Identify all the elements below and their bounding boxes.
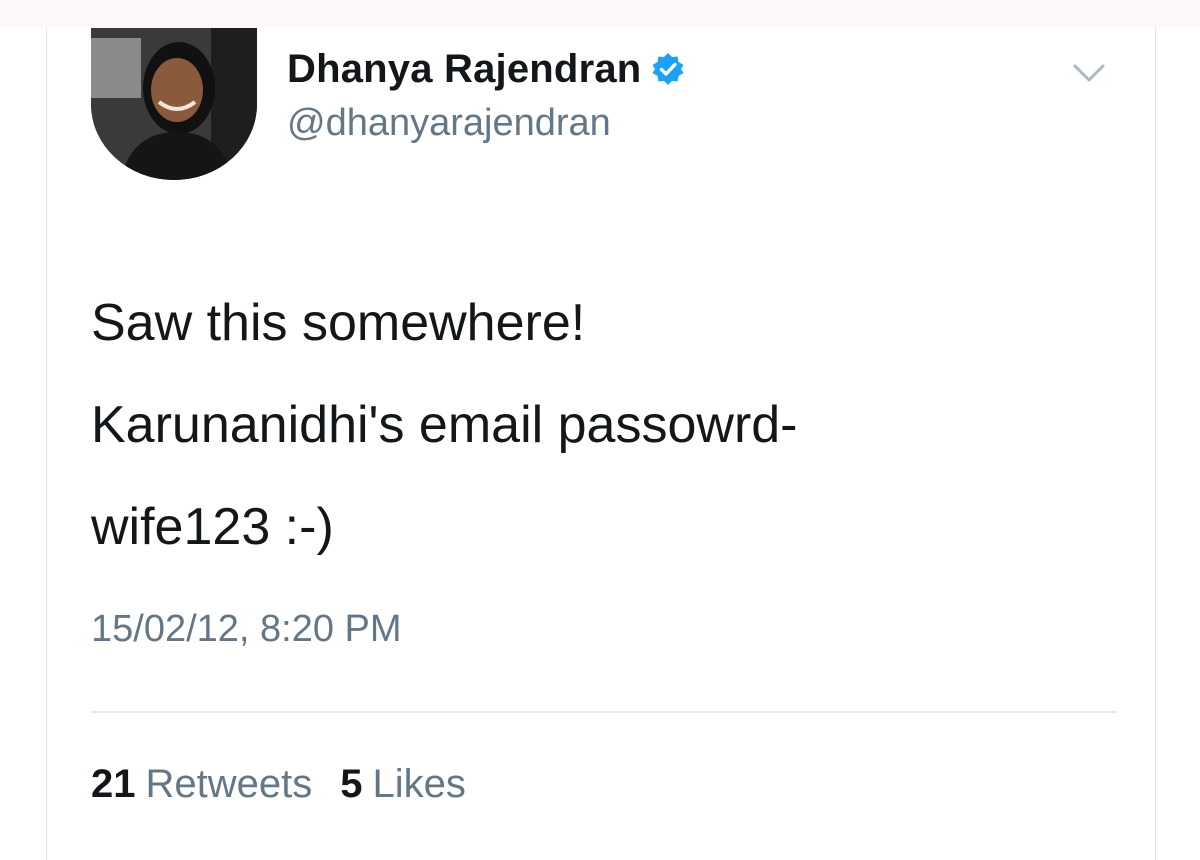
- tweet-stats: 21 Retweets 5 Likes: [91, 762, 466, 807]
- top-bar: [0, 0, 1200, 28]
- divider: [91, 711, 1117, 713]
- author-handle[interactable]: @dhanyarajendran: [287, 102, 611, 145]
- likes-count[interactable]: 5: [340, 762, 362, 807]
- author-row: Dhanya Rajendran: [287, 44, 685, 94]
- tweet-card: Dhanya Rajendran @dhanyarajendran Saw th…: [46, 28, 1156, 860]
- likes-label[interactable]: Likes: [373, 762, 466, 807]
- verified-badge-icon: [651, 52, 685, 86]
- retweets-count[interactable]: 21: [91, 762, 136, 807]
- tweet-text-line: Karunanidhi's email passowrd-: [91, 396, 798, 454]
- tweet-text-line: Saw this somewhere!: [91, 294, 586, 352]
- tweet-timestamp[interactable]: 15/02/12, 8:20 PM: [91, 608, 402, 651]
- chevron-down-icon[interactable]: [1067, 50, 1111, 94]
- author-name[interactable]: Dhanya Rajendran: [287, 47, 641, 92]
- retweets-label[interactable]: Retweets: [146, 762, 313, 807]
- avatar-photo: [91, 28, 257, 180]
- avatar[interactable]: [91, 28, 257, 180]
- tweet-text-line: wife123 :-): [91, 498, 334, 556]
- tweet-text: Saw this somewhere! Karunanidhi's email …: [91, 272, 1111, 578]
